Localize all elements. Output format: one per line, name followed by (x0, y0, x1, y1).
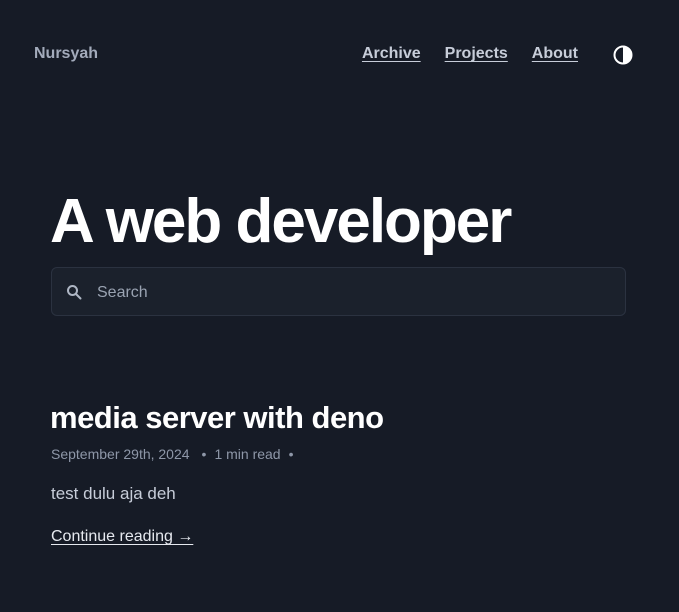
hero-title: A web developer (50, 187, 512, 256)
meta-separator: • (201, 446, 207, 462)
post-title[interactable]: media server with deno (50, 398, 384, 438)
nav-link-archive[interactable]: Archive (362, 44, 421, 64)
site-name-link[interactable]: Nursyah (34, 44, 98, 64)
post-date: September 29th, 2024 (51, 446, 190, 462)
search-icon (67, 285, 82, 300)
post-read-time: 1 min read (214, 446, 281, 462)
page: Nursyah Archive Projects About A web dev… (0, 0, 679, 612)
continue-reading-link[interactable]: Continue reading → (51, 527, 193, 547)
nav-link-about[interactable]: About (532, 44, 578, 64)
post-meta: September 29th, 2024 • 1 min read • (51, 444, 294, 464)
post-excerpt: test dulu aja deh (51, 484, 176, 503)
meta-separator: • (288, 446, 294, 462)
contrast-icon (613, 45, 633, 65)
search-box (51, 267, 626, 317)
search-input[interactable] (95, 268, 619, 317)
nav-link-projects[interactable]: Projects (445, 44, 508, 64)
theme-toggle-button[interactable] (612, 44, 634, 66)
main-nav: Archive Projects About (362, 44, 578, 64)
